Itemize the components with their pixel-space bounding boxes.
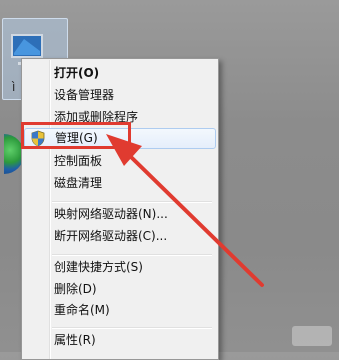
- watermark: [292, 326, 332, 346]
- annotation-arrow: [106, 134, 264, 287]
